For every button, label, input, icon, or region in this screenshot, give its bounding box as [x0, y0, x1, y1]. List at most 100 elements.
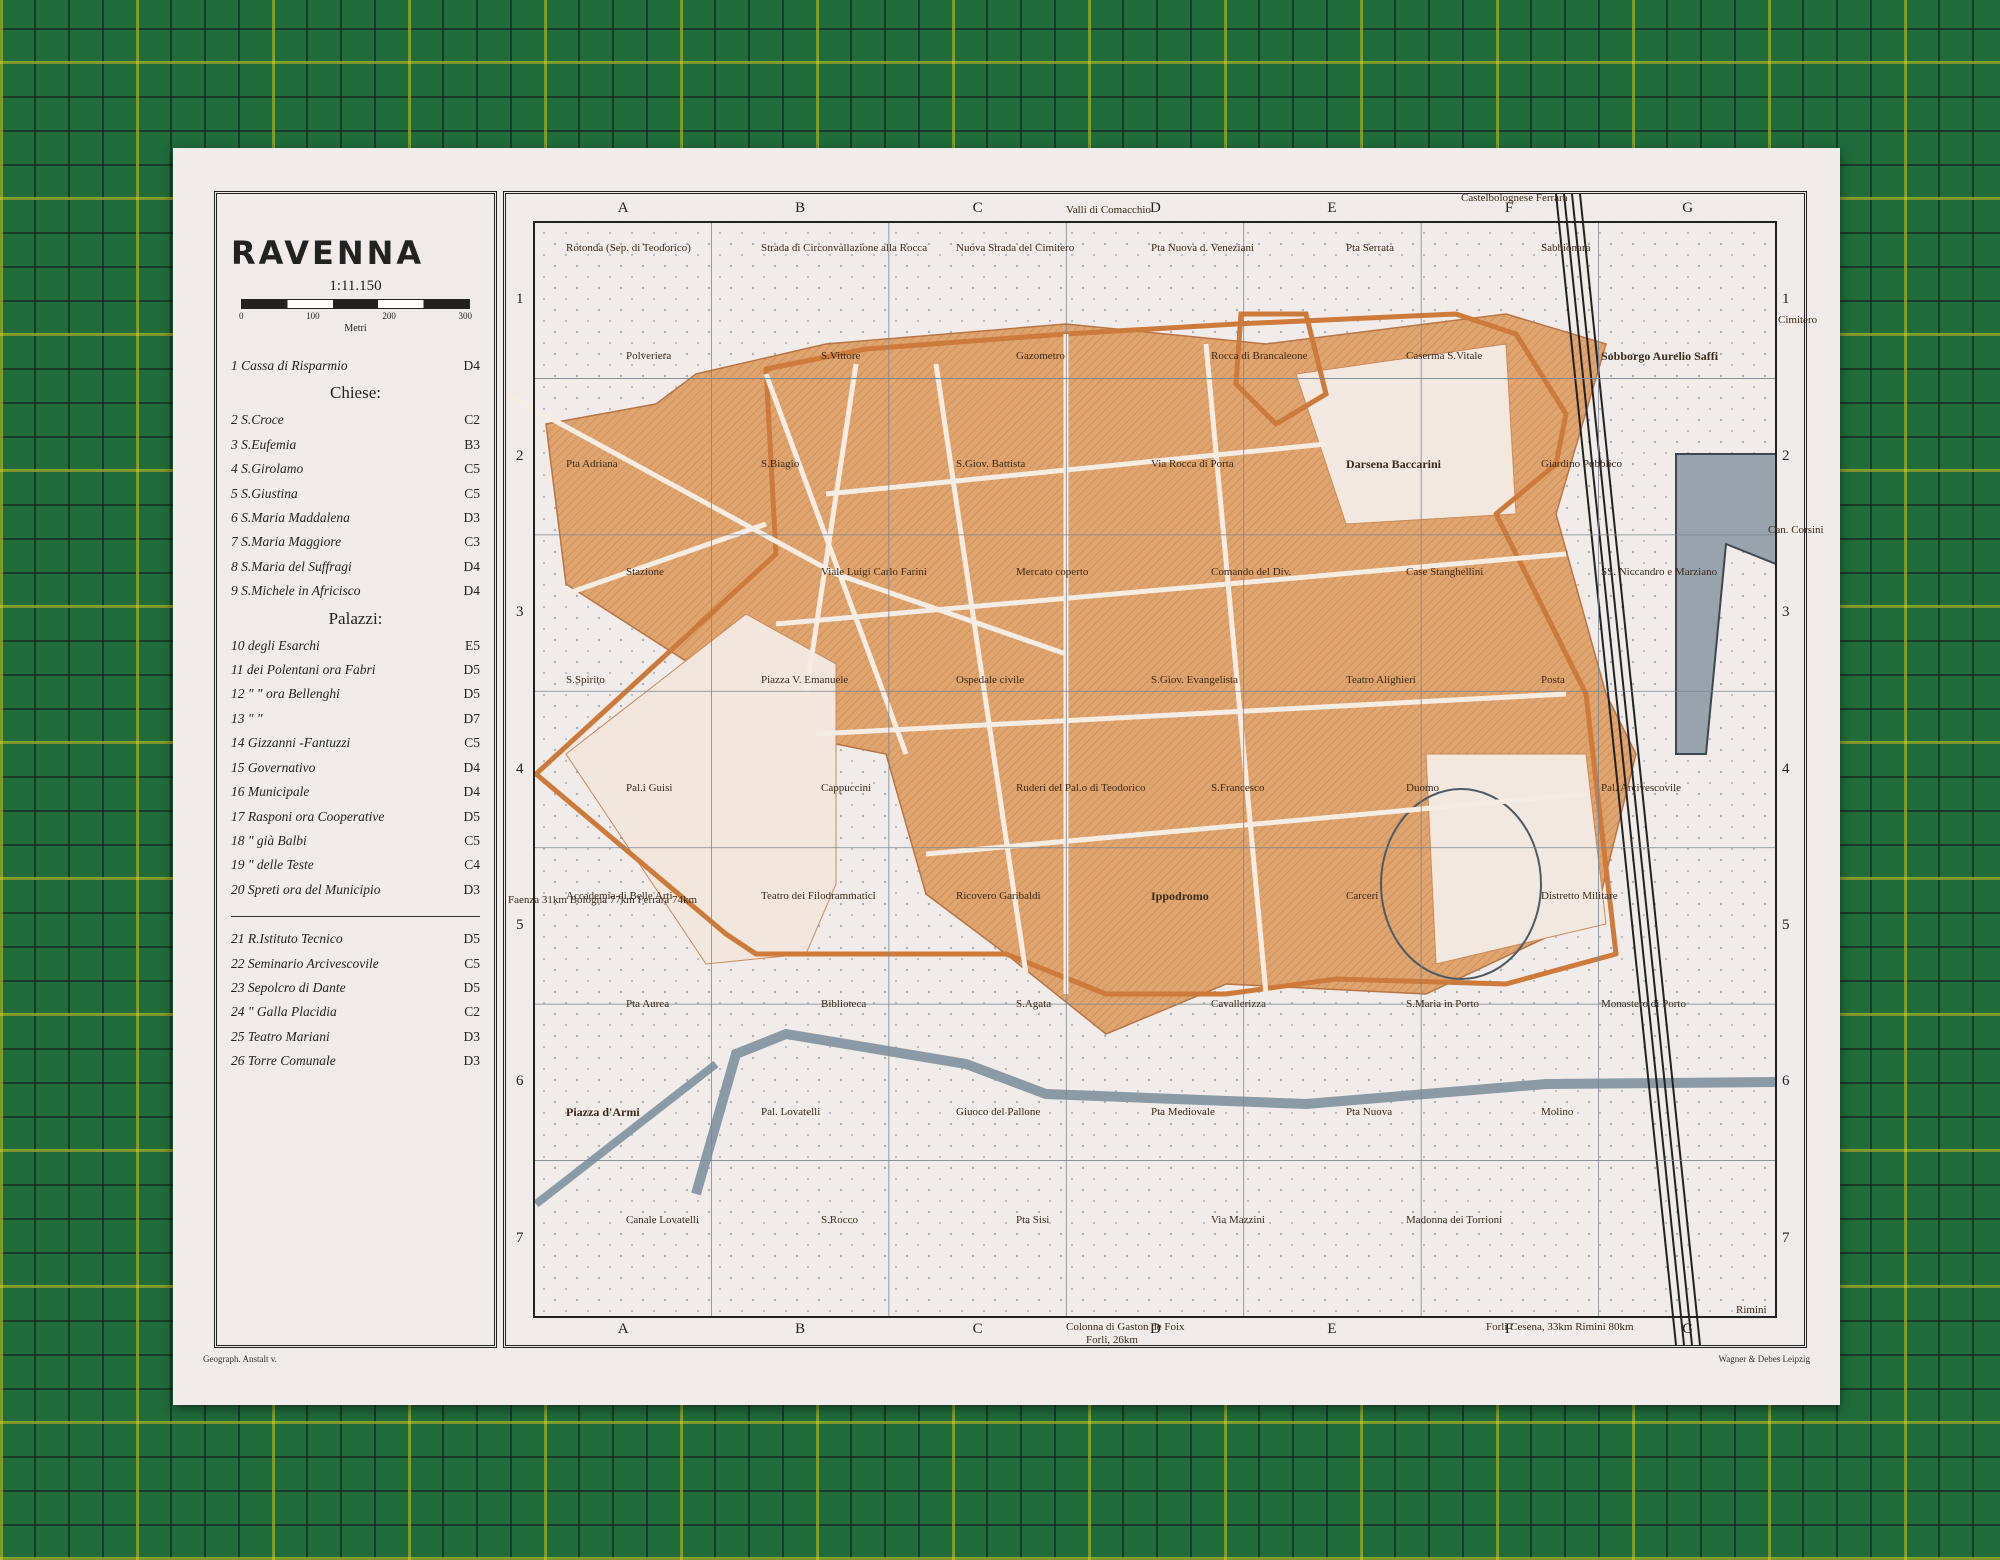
churches-heading: Chiese:	[330, 383, 381, 403]
map-place-label: Teatro dei Filodrammatici	[761, 890, 876, 902]
legend-item-name: 15 Governativo	[231, 759, 316, 775]
map-frame: A A B B C C D D E E F F G G 1 1 2 2 3 3 4 4 5 5 6 6 7 7 Valli di Com…	[503, 191, 1824, 1348]
grid-row-label: 4	[1782, 760, 1790, 777]
map-place-label: Pal. Lovatelli	[761, 1106, 821, 1118]
map-place-label: Pta Adriana	[566, 458, 618, 470]
grid-col-label: A	[617, 200, 629, 216]
legend-item: 14 Gizzanni -Fantuzzi C5	[231, 731, 480, 755]
grid-col-label: G	[1682, 1321, 1694, 1337]
legend-item-grid: D4	[463, 358, 481, 373]
map-place-label: Ruderi del Pal.o di Teodorico	[1016, 782, 1146, 794]
scale-ticks: 0 100 200 300	[239, 311, 472, 321]
edge-label-top: Valli di Comacchio	[1066, 204, 1151, 216]
grid-col-label: C	[972, 200, 983, 216]
map-place-label: Gazometro	[1016, 350, 1065, 362]
map-place-label: Pta Mediovale	[1151, 1106, 1215, 1118]
legend-item: 22 Seminario Arcivescovile C5	[231, 952, 480, 976]
legend-item-name: 7 S.Maria Maggiore	[231, 534, 342, 550]
grid-row-label: 1	[516, 291, 524, 308]
map-place-label: Case Stanghellini	[1406, 566, 1484, 578]
map-place-label: Mercato coperto	[1016, 566, 1089, 578]
grid-row-label: 2	[516, 447, 524, 464]
legend-item-name: 10 degli Esarchi	[231, 637, 320, 653]
legend-panel: RAVENNA 1:11.150 0 100 200 300 Metri 1 C…	[214, 191, 497, 1348]
legend-item: 15 Governativo D4	[231, 756, 480, 780]
legend-item-grid: C5	[464, 832, 480, 848]
map-place-label: Biblioteca	[821, 998, 867, 1010]
map-place-label: Piazza V. Emanuele	[761, 674, 849, 686]
legend-item: 12 " " ora Bellenghi D5	[231, 682, 480, 706]
legend-item-name: 26 Torre Comunale	[231, 1053, 336, 1069]
map-place-label: Pta Serrata	[1346, 242, 1394, 254]
legend-item: 13 " " D7	[231, 707, 480, 731]
map-place-label: Posta	[1541, 674, 1565, 686]
map-title: RAVENNA	[231, 234, 425, 272]
legend-item-name: 4 S.Girolamo	[231, 461, 304, 477]
map-place-label: Via Mazzini	[1211, 1214, 1266, 1226]
map-place-label: Ospedale civile	[956, 674, 1025, 686]
legend-item: 25 Teatro Mariani D3	[231, 1025, 480, 1049]
legend-item-name: 21 R.Istituto Tecnico	[231, 931, 343, 947]
edge-label-right-2: Can. Corsini	[1768, 524, 1824, 536]
legend-item-grid: C5	[464, 955, 480, 971]
grid-col-label: E	[1327, 1321, 1337, 1337]
map-place-label: Ricovero Garibaldi	[956, 890, 1041, 902]
legend-divider	[231, 916, 480, 918]
legend-item-grid: D3	[463, 881, 481, 897]
legend-item-name: 5 S.Giustina	[231, 485, 298, 501]
grid-row-label: 6	[516, 1073, 524, 1090]
legend-item-name: 12 " " ora Bellenghi	[231, 686, 340, 702]
legend-item-grid: D5	[463, 931, 481, 947]
map-place-label: S.Agata	[1016, 998, 1052, 1010]
map-place-label: Giardino Pubblico	[1541, 458, 1622, 470]
legend-item-name: 24 " Galla Placidia	[231, 1004, 337, 1020]
map-place-label: Via Rocca di Porta	[1151, 458, 1234, 470]
legend-item-grid: C5	[464, 735, 480, 751]
map-place-label: S.Maria in Porto	[1406, 998, 1480, 1010]
grid-row-label: 6	[1782, 1073, 1790, 1090]
map-place-label: Pal. Arcivescovile	[1601, 782, 1682, 794]
map-place-label: S.Giov. Battista	[956, 458, 1026, 470]
grid-row-label: 4	[516, 760, 524, 777]
legend-item: 16 Municipale D4	[231, 780, 480, 804]
legend-item-grid: D5	[463, 808, 481, 824]
legend-item-name: 16 Municipale	[231, 784, 310, 800]
scale-tick: 200	[382, 311, 396, 321]
others-list: 21 R.Istituto Tecnico D5 22 Seminario Arci…	[231, 927, 480, 1073]
map-place-label: Duomo	[1406, 782, 1439, 794]
legend-item-grid: C2	[464, 412, 480, 428]
legend-item: 9 S.Michele in Africisco D4	[231, 579, 480, 603]
edge-label-right-1: Cimitero	[1778, 314, 1818, 326]
map-place-label: Madonna dei Torrioni	[1406, 1214, 1503, 1226]
edge-label-corner: Rimini	[1736, 1304, 1767, 1316]
legend-item-name: 13 " "	[231, 710, 263, 726]
legend-item-name: 8 S.Maria del Suffragi	[231, 558, 352, 574]
map-place-label: Sabbionara	[1541, 242, 1591, 254]
map-place-label: Accademia di Belle Arti	[566, 890, 673, 902]
legend-item-grid: D3	[463, 510, 481, 526]
legend-item-grid: D5	[463, 662, 481, 678]
map-place-label: Carceri	[1346, 890, 1379, 902]
edge-label-top-right: Castelbolognese Ferrara	[1461, 192, 1568, 204]
map-place-label: SS. Niccandro e Marziano	[1601, 566, 1718, 578]
map-place-label: S.Rocco	[821, 1214, 858, 1226]
legend-item-grid: D4	[463, 759, 481, 775]
legend-item-grid: D7	[463, 710, 481, 726]
edge-label-bottom-2: Forli, 26km	[1086, 1334, 1138, 1346]
legend-item-grid: D4	[463, 583, 481, 599]
map-place-label: Giuoco del Pallone	[956, 1106, 1041, 1118]
legend-item-grid: D4	[463, 558, 481, 574]
legend-item: 3 S.Eufemia B3	[231, 433, 480, 457]
imprint-publisher: Geograph. Anstalt v.	[203, 1354, 277, 1364]
legend-item: 20 Spreti ora del Municipio D3	[231, 878, 480, 902]
edge-label-bottom: Colonna di Gaston de Foix	[1066, 1321, 1185, 1333]
map-place-label: Viale Luigi Carlo Farini	[821, 566, 927, 578]
map-place-label: Cavallerizza	[1211, 998, 1266, 1010]
grid-col-label: E	[1327, 200, 1337, 216]
legend-item: 10 degli Esarchi E5	[231, 634, 480, 658]
grid-col-label: C	[972, 1321, 983, 1337]
legend-item: 5 S.Giustina C5	[231, 482, 480, 506]
map-place-label: Sobborgo Aurelio Saffi	[1601, 349, 1719, 363]
legend-item: 6 S.Maria Maddalena D3	[231, 506, 480, 530]
map-place-label: S.Biagio	[761, 458, 800, 470]
